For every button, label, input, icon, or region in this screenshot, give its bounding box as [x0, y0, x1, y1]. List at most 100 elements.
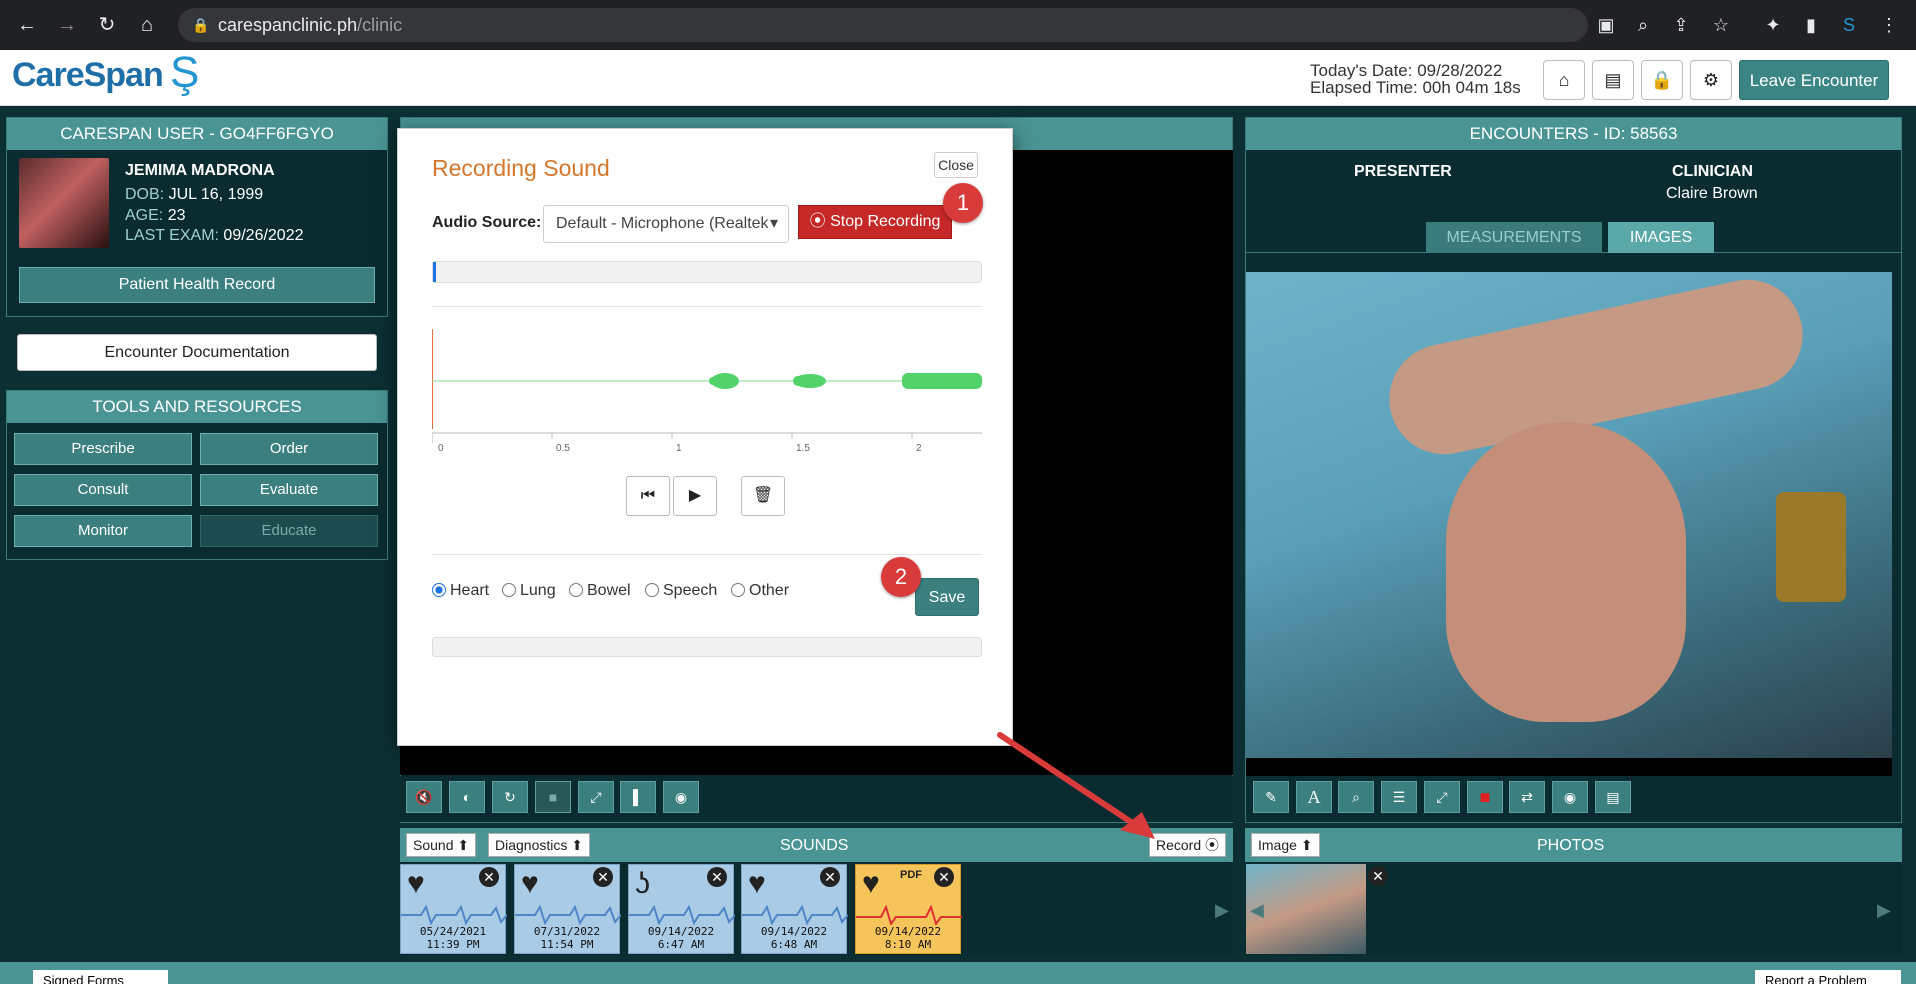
image-upload-button[interactable]: Image ⬆: [1251, 833, 1320, 857]
presenter-label: PRESENTER: [1354, 163, 1452, 180]
document-button[interactable]: ▤: [1592, 60, 1634, 100]
mute-icon[interactable]: 🔇: [406, 781, 442, 813]
signed-forms-button[interactable]: Signed Forms: [33, 970, 168, 984]
patient-health-record-button[interactable]: Patient Health Record: [19, 267, 375, 303]
radio-lung[interactable]: Lung: [502, 582, 556, 600]
sound-upload-button[interactable]: Sound ⬆: [406, 833, 477, 857]
order-button[interactable]: Order: [200, 433, 378, 465]
app-header: CareSpan Ş Today's Date: 09/28/2022 Elaps…: [0, 48, 1916, 106]
ecg-icon: [856, 905, 962, 925]
camera-blocked-icon[interactable]: ▣: [1593, 12, 1619, 38]
sound-thumb[interactable]: ♥ ✕ 05/24/2021 11:39 PM: [400, 864, 507, 954]
tick-2: 2: [916, 443, 922, 454]
footer-bar: Signed Forms Report a Problem: [0, 962, 1916, 984]
camera-icon[interactable]: ◉: [1552, 781, 1588, 813]
leave-encounter-button[interactable]: Leave Encounter: [1739, 60, 1889, 100]
prev-arrow-icon[interactable]: ◀: [1250, 900, 1264, 921]
annotation-arrow: [997, 732, 1155, 839]
close-button[interactable]: Close: [934, 152, 978, 178]
gear-icon: ⚙: [1702, 70, 1720, 90]
close-icon[interactable]: ✕: [479, 867, 499, 887]
next-arrow-icon[interactable]: ▶: [1215, 900, 1229, 921]
sound-thumb[interactable]: ʖ ✕ 09/14/2022 6:47 AM: [628, 864, 735, 954]
menu-icon[interactable]: ⋮: [1876, 12, 1902, 38]
divider: [432, 306, 982, 307]
sound-thumb[interactable]: ♥ ✕ 07/31/2022 11:54 PM: [514, 864, 621, 954]
red-color-icon[interactable]: ■: [1467, 781, 1503, 813]
sounds-title: SOUNDS: [780, 837, 849, 854]
profile-icon[interactable]: S: [1836, 12, 1862, 38]
list-icon[interactable]: ☰: [1381, 781, 1417, 813]
tab-images[interactable]: IMAGES: [1608, 222, 1714, 253]
rewind-button[interactable]: ⏮: [626, 476, 670, 516]
search-icon[interactable]: ⌕: [1338, 781, 1374, 813]
share-icon[interactable]: ⇪: [1668, 12, 1694, 38]
sound-thumb[interactable]: ♥ ✕ 09/14/2022 6:48 AM: [741, 864, 848, 954]
bookmark-star-icon[interactable]: ☆: [1708, 12, 1734, 38]
lock-button[interactable]: 🔒: [1641, 60, 1683, 100]
patient-avatar: [19, 158, 109, 248]
divider: [432, 554, 982, 555]
sound-time: 6:47 AM: [657, 938, 705, 951]
report-problem-button[interactable]: Report a Problem: [1755, 970, 1901, 984]
close-icon[interactable]: ✕: [707, 867, 727, 887]
home-icon[interactable]: ⌂: [134, 12, 160, 38]
hide-video-icon[interactable]: ◐: [449, 781, 485, 813]
today-date: Today's Date: 09/28/2022: [1310, 61, 1503, 80]
camera-icon[interactable]: ◉: [663, 781, 699, 813]
encounter-documentation-button[interactable]: Encounter Documentation: [17, 334, 377, 371]
stop-recording-button[interactable]: ⦿ Stop Recording: [798, 205, 952, 239]
encounters-title: ENCOUNTERS - ID: 58563: [1246, 118, 1901, 150]
close-icon[interactable]: ✕: [934, 867, 954, 887]
text-icon[interactable]: A: [1296, 781, 1332, 813]
fullscreen-icon[interactable]: ⤢: [1424, 781, 1460, 813]
settings-button[interactable]: ⚙: [1690, 60, 1732, 100]
waveform-icon: [401, 905, 507, 925]
patient-dob: DOB: JUL 16, 1999: [125, 186, 264, 203]
prescribe-button[interactable]: Prescribe: [14, 433, 192, 465]
url-path: /clinic: [357, 15, 403, 35]
document-icon[interactable]: ▤: [1595, 781, 1631, 813]
sound-date: 09/14/2022: [874, 925, 942, 938]
pdf-label: PDF: [900, 869, 922, 881]
radio-speech[interactable]: Speech: [645, 582, 717, 600]
evaluate-button[interactable]: Evaluate: [200, 474, 378, 506]
swap-icon[interactable]: ⇄: [1509, 781, 1545, 813]
fullscreen-icon[interactable]: ⤢: [578, 781, 614, 813]
annotation-badge-2: 2: [881, 557, 921, 597]
next-arrow-icon[interactable]: ▶: [1877, 900, 1891, 921]
close-icon[interactable]: ✕: [1368, 866, 1388, 886]
radio-other[interactable]: Other: [731, 582, 789, 600]
close-icon[interactable]: ✕: [593, 867, 613, 887]
radio-heart[interactable]: Heart: [432, 582, 489, 600]
forward-icon[interactable]: →: [54, 12, 80, 38]
pdf-thumb[interactable]: ♥ PDF ✕ 09/14/2022 8:10 AM: [855, 864, 962, 954]
radio-dot: [569, 583, 583, 597]
side-panel-icon[interactable]: ▮: [1798, 12, 1824, 38]
radio-dot: [645, 583, 659, 597]
refresh-icon[interactable]: ↻: [492, 781, 528, 813]
close-icon[interactable]: ✕: [820, 867, 840, 887]
tab-measurements[interactable]: MEASUREMENTS: [1426, 222, 1602, 253]
play-icon: ▶: [688, 487, 702, 504]
video-bottom-strip: [1246, 758, 1892, 776]
light-icon[interactable]: ▌: [620, 781, 656, 813]
extensions-icon[interactable]: ✦: [1760, 12, 1786, 38]
zoom-icon[interactable]: ⌕: [1630, 12, 1656, 38]
audio-source-select[interactable]: Default - Microphone (Realtek ▾: [543, 205, 789, 243]
back-icon[interactable]: ←: [14, 12, 40, 38]
waveform-icon: [629, 905, 735, 925]
delete-button[interactable]: 🗑: [741, 476, 785, 516]
play-button[interactable]: ▶: [673, 476, 717, 516]
reload-icon[interactable]: ↻: [94, 12, 120, 38]
save-button[interactable]: Save: [915, 578, 979, 616]
monitor-button[interactable]: Monitor: [14, 515, 192, 547]
radio-bowel[interactable]: Bowel: [569, 582, 631, 600]
pencil-icon[interactable]: ✎: [1253, 781, 1289, 813]
address-bar[interactable]: 🔒 carespanclinic.ph/clinic: [178, 8, 1588, 42]
photo-thumb[interactable]: ✕: [1246, 864, 1388, 954]
home-button[interactable]: ⌂: [1543, 60, 1585, 100]
consult-button[interactable]: Consult: [14, 474, 192, 506]
educate-button: Educate: [200, 515, 378, 547]
diagnostics-upload-button[interactable]: Diagnostics ⬆: [488, 833, 590, 857]
